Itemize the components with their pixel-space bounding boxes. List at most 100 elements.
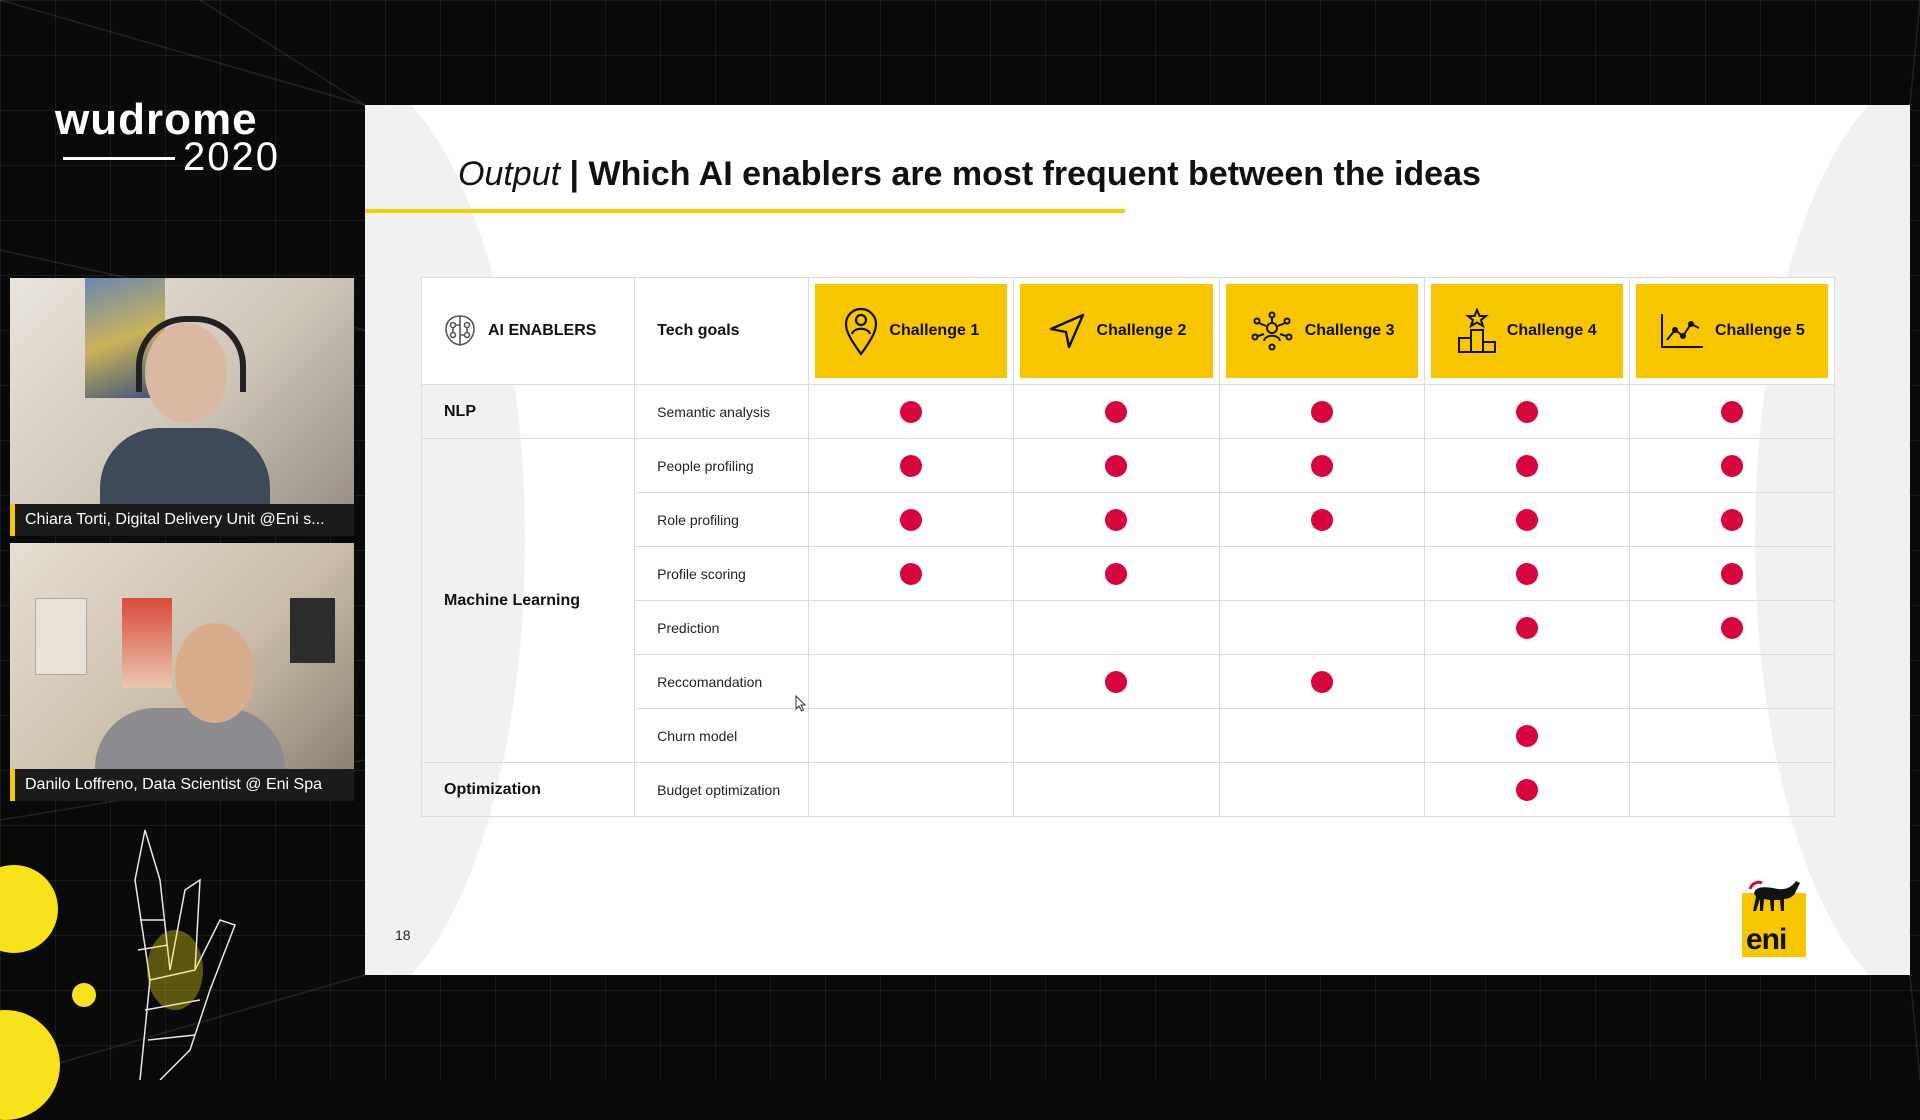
speaker-caption-2: Danilo Loffreno, Data Scientist @ Eni Sp… [10, 769, 354, 801]
challenge-cell [1013, 654, 1220, 709]
table-row: NLP Semantic analysis [420, 384, 1836, 439]
challenge-cell [1218, 654, 1425, 709]
challenge-cell [1218, 546, 1425, 601]
challenge-label-1: Challenge 1 [889, 322, 980, 339]
podium-star-icon [1457, 308, 1496, 353]
event-logo: wudrome 2020 [55, 95, 295, 185]
speaker-body [95, 708, 285, 778]
challenge-header-5: Challenge 5 [1628, 277, 1836, 385]
speaker-video-1 [10, 278, 354, 518]
marker-dot [1720, 400, 1743, 423]
challenge-cell [808, 654, 1015, 709]
marker-dot [1310, 670, 1333, 693]
challenge-cell [1013, 708, 1220, 763]
marker-dot [900, 454, 923, 477]
marker-dot [1310, 454, 1333, 477]
challenge-cell [1423, 654, 1630, 709]
line-chart-icon [1661, 314, 1703, 348]
challenge-cell [1218, 708, 1425, 763]
challenge-cell [1013, 384, 1220, 439]
tech-goal-cell: Churn model [634, 708, 810, 763]
wall-poster [290, 598, 335, 663]
marker-dot [1105, 454, 1128, 477]
tech-goal-cell: Budget optimization [634, 762, 810, 817]
speaker-tile-1[interactable]: Chiara Torti, Digital Delivery Unit @Eni… [10, 278, 354, 536]
navigation-arrow-icon [1049, 313, 1084, 349]
tech-goal-cell: Semantic analysis [634, 384, 810, 439]
marker-dot [1720, 562, 1743, 585]
challenge-cell [1628, 438, 1836, 493]
challenge-cell [1423, 384, 1630, 439]
marker-dot [1105, 400, 1128, 423]
challenge-cell [1423, 600, 1630, 655]
marker-dot [1105, 508, 1128, 531]
challenge-cell [1423, 708, 1630, 763]
challenge-header-4: Challenge 4 [1423, 277, 1630, 385]
presentation-slide: Output | Which AI enablers are most freq… [365, 105, 1910, 975]
enabler-cell: Machine Learning [420, 438, 636, 763]
wireframe-hand-icon [134, 829, 236, 1080]
marker-dot [1515, 778, 1538, 801]
deco-dot-small [72, 983, 96, 1007]
table-row: Machine Learning People profiling [420, 438, 1836, 763]
challenge-cell [1628, 654, 1836, 709]
marker-dot [1720, 454, 1743, 477]
event-logo-rule [63, 157, 175, 160]
marker-dot [1310, 400, 1333, 423]
slide-title-main: Which AI enablers are most frequent betw… [588, 155, 1481, 193]
challenge-label-2: Challenge 2 [1096, 322, 1187, 339]
six-legged-dog-icon [1748, 880, 1800, 911]
challenge-cell [1218, 762, 1425, 817]
brain-circuit-icon [445, 315, 475, 346]
challenge-cell [1013, 600, 1220, 655]
challenge-cell [1013, 438, 1220, 493]
challenge-cell [1218, 438, 1425, 493]
slide-title-italic: Output [458, 155, 561, 193]
speaker-caption-1: Chiara Torti, Digital Delivery Unit @Eni… [10, 504, 354, 536]
marker-dot [1720, 508, 1743, 531]
enablers-header-label: AI ENABLERS [488, 322, 597, 339]
marker-dot [1515, 724, 1538, 747]
title-underline [365, 209, 1125, 213]
tech-goals-header: Tech goals [634, 277, 810, 385]
tech-goal-cell: Prediction [634, 600, 810, 655]
challenge-cell [808, 600, 1015, 655]
challenge-label-5: Challenge 5 [1715, 322, 1805, 339]
challenge-cell [1013, 492, 1220, 547]
eni-logo: eni [1742, 875, 1806, 957]
challenge-cell [1423, 492, 1630, 547]
speaker-video-2 [10, 543, 354, 778]
marker-dot [900, 508, 923, 531]
enablers-header-cell: AI ENABLERS [420, 277, 636, 385]
slide-title-separator: | [569, 155, 580, 193]
matrix-body: NLP Semantic analysis Machine Learning Peop… [420, 384, 1836, 817]
challenge-cell [808, 492, 1015, 547]
challenge-header-1: Challenge 1 [808, 277, 1015, 385]
wall-poster [35, 598, 87, 675]
challenge-cell [808, 762, 1015, 817]
wall-poster [122, 598, 172, 688]
speaker-tile-2[interactable]: Danilo Loffreno, Data Scientist @ Eni Sp… [10, 543, 354, 801]
table-row: Optimization Budget optimization [420, 762, 1836, 817]
challenge-header-3: Challenge 3 [1218, 277, 1425, 385]
headphones-icon [136, 316, 246, 392]
tech-goal-cell: People profiling [634, 438, 810, 493]
tech-goal-cell: Role profiling [634, 492, 810, 547]
challenge-cell [808, 438, 1015, 493]
eni-logo-text: eni [1746, 923, 1787, 956]
challenge-header-2: Challenge 2 [1013, 277, 1220, 385]
marker-dot [1515, 400, 1538, 423]
challenge-label-3: Challenge 3 [1304, 322, 1395, 339]
marker-dot [1105, 670, 1128, 693]
location-person-icon [845, 307, 878, 356]
challenge-cell [1628, 492, 1836, 547]
ai-enablers-matrix: AI ENABLERS Tech goals Challenge 1 Chall… [420, 277, 1836, 817]
challenge-cell [808, 384, 1015, 439]
challenge-cell [1013, 762, 1220, 817]
enabler-cell: NLP [420, 384, 636, 439]
enabler-cell: Optimization [420, 762, 636, 817]
challenge-cell [1013, 546, 1220, 601]
marker-dot [900, 562, 923, 585]
challenge-cell [1628, 546, 1836, 601]
challenge-cell [1628, 708, 1836, 763]
